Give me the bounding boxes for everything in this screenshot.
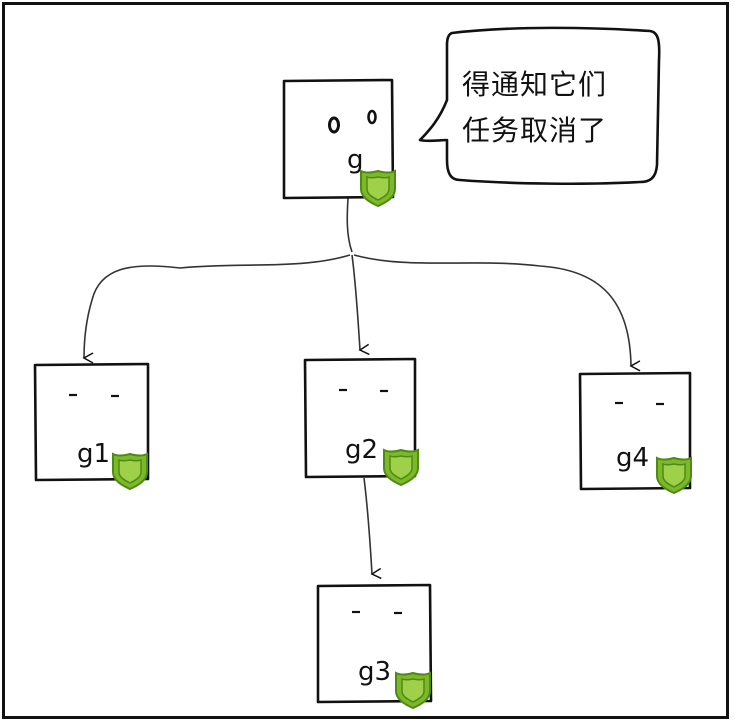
root-eye-left <box>328 116 340 134</box>
node-g4: g4 <box>578 371 692 494</box>
node-g1: g1 <box>33 362 150 490</box>
node-g2-label: g2 <box>345 435 378 465</box>
root-eye-right <box>367 109 377 125</box>
speech-bubble-line-2: 任务取消了 <box>462 114 608 147</box>
speech-bubble-line-1: 得通知它们 <box>462 68 608 101</box>
shield-icon <box>112 453 148 490</box>
node-g1-label: g1 <box>77 439 110 469</box>
node-g3-label: g3 <box>358 657 391 687</box>
edge-root-g1 <box>82 254 351 364</box>
shield-icon <box>395 672 431 709</box>
node-root: g <box>282 78 396 207</box>
speech-bubble-text: 得通知它们 任务取消了 <box>462 62 662 154</box>
edge-root-trunk <box>346 197 353 253</box>
connectors <box>82 197 641 580</box>
shield-icon <box>383 449 419 486</box>
shield-icon <box>360 170 396 207</box>
node-g2: g2 <box>303 357 419 486</box>
edge-root-g4 <box>353 254 641 372</box>
node-g4-label: g4 <box>616 443 649 473</box>
node-g3: g3 <box>316 583 433 709</box>
edge-g2-g3 <box>363 477 382 580</box>
edge-root-g2 <box>351 254 370 356</box>
